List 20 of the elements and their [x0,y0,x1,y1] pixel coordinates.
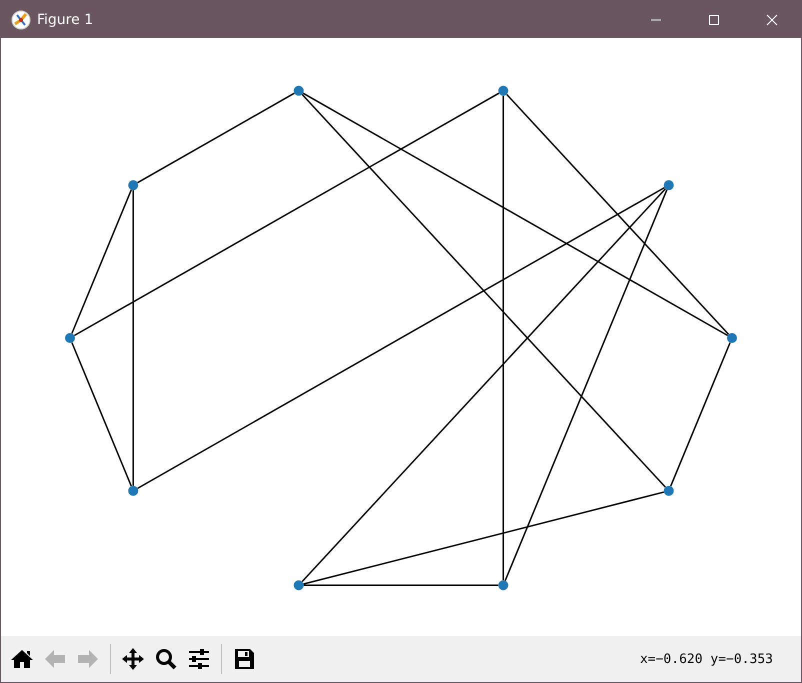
graph-node [294,86,304,96]
cursor-coordinates: x=−0.620 y=−0.353 [640,652,773,666]
app-icon [11,10,31,30]
close-icon [766,14,778,26]
graph-node [498,86,508,96]
graph-node [727,333,737,343]
graph-node [128,486,138,496]
window-title: Figure 1 [37,12,94,28]
home-icon [10,647,34,671]
maximize-icon [708,14,720,26]
graph-node [498,580,508,590]
move-icon [121,647,145,671]
graph-node [65,333,75,343]
right-arrow-icon [76,647,100,671]
graph-node [664,486,674,496]
graph-node [294,580,304,590]
graph-node [128,180,138,190]
search-icon [154,647,178,671]
sliders-icon [187,647,211,671]
graph-node [664,180,674,190]
